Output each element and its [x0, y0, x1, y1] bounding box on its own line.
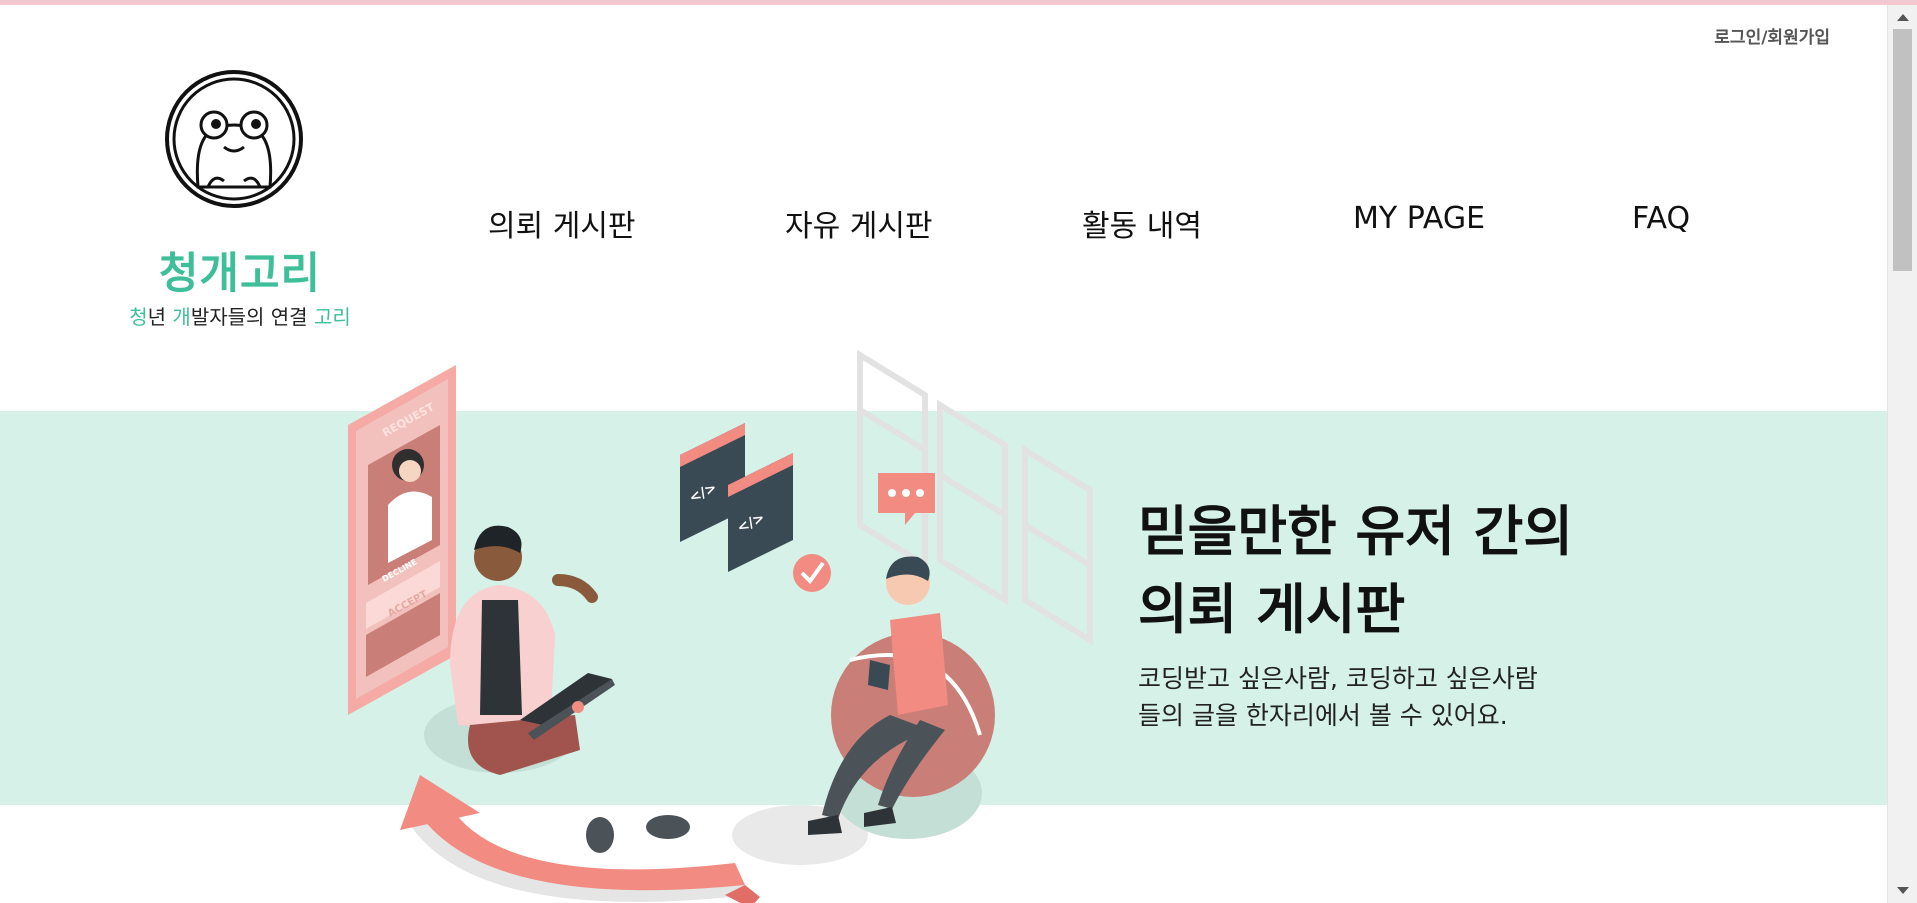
tagline-part: 년 — [147, 305, 173, 329]
tagline-part: 발자들의 연결 — [190, 305, 314, 329]
nav-faq[interactable]: FAQ — [1632, 201, 1690, 236]
vertical-scrollbar[interactable] — [1887, 5, 1917, 903]
hero-illustration: REQUEST DECLINE ACCEPT </> </> — [348, 349, 1093, 903]
hero-title-line1: 믿을만한 유저 간의 — [1138, 500, 1574, 563]
arrow-icon — [400, 775, 760, 903]
nav-request-board[interactable]: 의뢰 게시판 — [488, 201, 636, 245]
nav-activity-history[interactable]: 활동 내역 — [1082, 201, 1202, 245]
page: 로그인/회원가입 청개고리 청년 개발자들의 연결 고리 의뢰 게시판 자유 게… — [0, 5, 1888, 903]
scroll-thumb[interactable] — [1893, 29, 1912, 271]
request-phone: REQUEST DECLINE ACCEPT — [348, 365, 456, 715]
hero-description: 코딩받고 싶은사람, 코딩하고 싶은사람 들의 글을 한자리에서 볼 수 있어요… — [1138, 660, 1598, 734]
hero-desc-line1: 코딩받고 싶은사람, 코딩하고 싶은사람 — [1138, 664, 1538, 693]
check-badge-icon — [793, 554, 831, 592]
hero-title: 믿을만한 유저 간의 의뢰 게시판 — [1138, 493, 1658, 649]
brand-tagline: 청년 개발자들의 연결 고리 — [100, 301, 380, 330]
nav-free-board[interactable]: 자유 게시판 — [785, 201, 933, 245]
brand-name[interactable]: 청개고리 — [120, 239, 360, 301]
nav-my-page[interactable]: MY PAGE — [1353, 201, 1485, 236]
frog-logo-icon[interactable] — [164, 69, 304, 209]
main-nav: 의뢰 게시판 자유 게시판 활동 내역 MY PAGE FAQ — [0, 201, 1888, 245]
hero-desc-line2: 들의 글을 한자리에서 볼 수 있어요. — [1138, 701, 1508, 730]
login-signup-link[interactable]: 로그인/회원가입 — [1700, 23, 1830, 48]
scroll-down-arrow-icon[interactable] — [1897, 887, 1909, 894]
code-window-icon: </> </> — [680, 423, 793, 572]
tagline-part: 고리 — [313, 305, 351, 329]
tagline-part: 청 — [129, 305, 148, 329]
boy-on-beanbag — [732, 556, 995, 865]
tagline-part: 개 — [172, 305, 191, 329]
hero-title-line2: 의뢰 게시판 — [1138, 578, 1406, 641]
scroll-up-arrow-icon[interactable] — [1897, 14, 1909, 21]
